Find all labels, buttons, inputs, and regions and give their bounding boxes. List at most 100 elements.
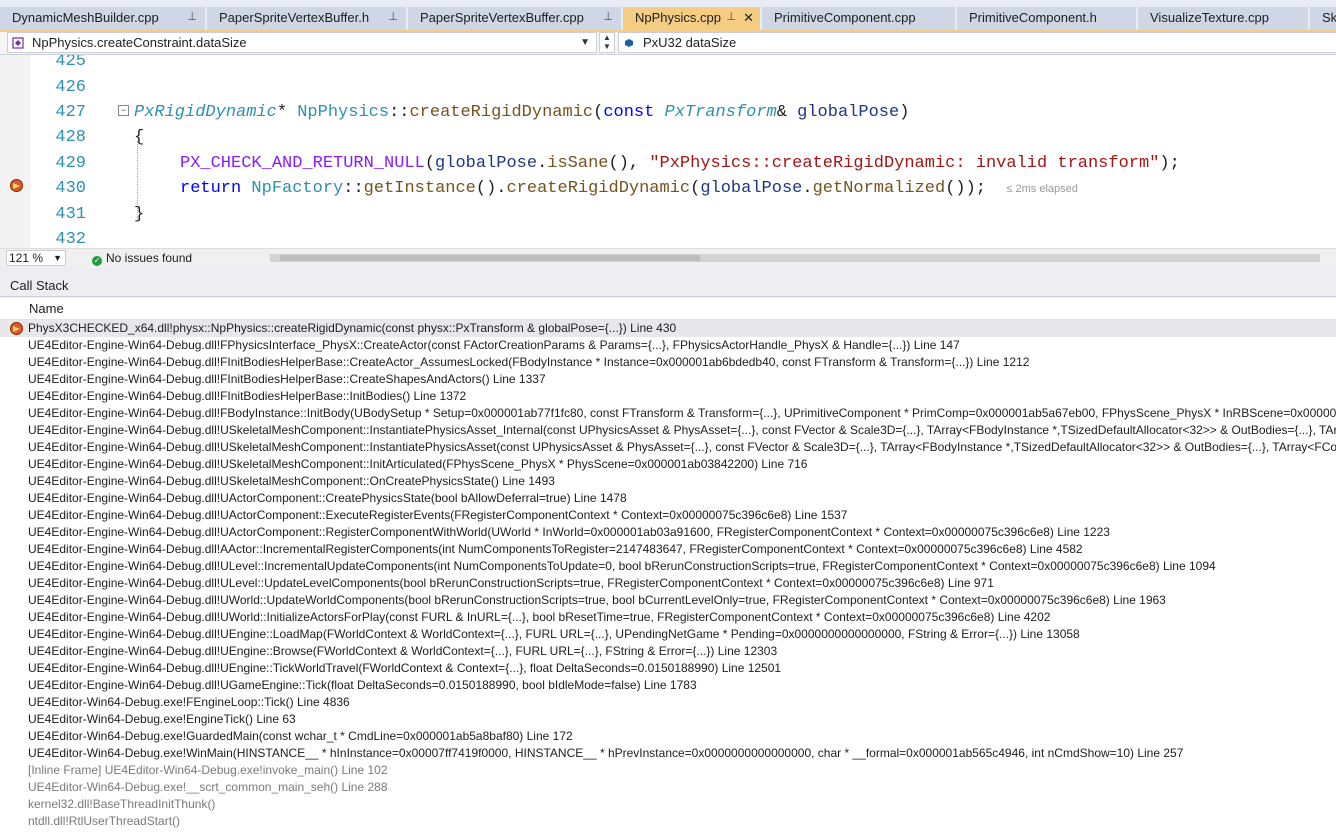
chevron-down-icon: ▼ xyxy=(53,253,62,263)
chevron-down-icon: ▼ xyxy=(580,37,590,48)
call-stack-frame[interactable]: UE4Editor-Engine-Win64-Debug.dll!USkelet… xyxy=(0,473,1336,490)
breakpoint-current-statement-icon[interactable] xyxy=(10,179,23,192)
frame-text: [Inline Frame] UE4Editor-Win64-Debug.exe… xyxy=(28,763,388,777)
frame-text: UE4Editor-Engine-Win64-Debug.dll!UActorC… xyxy=(28,508,848,522)
tab-label: NpPhysics.cpp xyxy=(635,10,721,25)
pane-splitter[interactable] xyxy=(0,268,1336,275)
tab-paperspritevertexbuffer-h[interactable]: PaperSpriteVertexBuffer.h ⊥ xyxy=(207,7,407,30)
code-line-429: PX_CHECK_AND_RETURN_NULL(globalPose.isSa… xyxy=(180,154,1180,173)
call-stack-frame[interactable]: UE4Editor-Engine-Win64-Debug.dll!AActor:… xyxy=(0,541,1336,558)
code-line-431: } xyxy=(134,205,145,224)
call-stack-title[interactable]: Call Stack xyxy=(0,275,1336,297)
line-number: 428 xyxy=(55,128,86,147)
tab-dynamicmeshbuilder-cpp[interactable]: DynamicMeshBuilder.cpp ⊥ xyxy=(0,7,206,30)
zoom-value: 121 % xyxy=(9,251,44,265)
tab-visualizetexture-cpp[interactable]: VisualizeTexture.cpp xyxy=(1138,7,1309,30)
pin-icon[interactable]: ⊥ xyxy=(388,7,398,28)
call-stack-frame[interactable]: UE4Editor-Engine-Win64-Debug.dll!UEngine… xyxy=(0,660,1336,677)
call-stack-frame-external[interactable]: [Inline Frame] UE4Editor-Win64-Debug.exe… xyxy=(0,762,1336,779)
tab-npphysics-cpp[interactable]: NpPhysics.cpp ⊥ ✕ xyxy=(623,7,761,30)
tab-label: DynamicMeshBuilder.cpp xyxy=(12,10,159,25)
frame-text: UE4Editor-Engine-Win64-Debug.dll!FInitBo… xyxy=(28,372,546,386)
line-number: 426 xyxy=(55,78,86,97)
frame-text: UE4Editor-Engine-Win64-Debug.dll!UEngine… xyxy=(28,661,782,675)
horizontal-scrollbar[interactable] xyxy=(270,254,1320,262)
call-stack-frame[interactable]: UE4Editor-Engine-Win64-Debug.dll!UEngine… xyxy=(0,643,1336,660)
call-stack-frame[interactable]: UE4Editor-Engine-Win64-Debug.dll!UWorld:… xyxy=(0,609,1336,626)
call-stack-frame[interactable]: UE4Editor-Engine-Win64-Debug.dll!UWorld:… xyxy=(0,592,1336,609)
tab-primitivecomponent-cpp[interactable]: PrimitiveComponent.cpp xyxy=(762,7,956,30)
call-stack-frame-external[interactable]: kernel32.dll!BaseThreadInitThunk() xyxy=(0,796,1336,813)
close-icon[interactable]: ✕ xyxy=(743,7,754,28)
call-stack-frame[interactable]: UE4Editor-Engine-Win64-Debug.dll!USkelet… xyxy=(0,439,1336,456)
scope-dropdown[interactable]: NpPhysics.createConstraint.dataSize ▼ xyxy=(7,32,597,53)
call-stack-frame[interactable]: UE4Editor-Engine-Win64-Debug.dll!UActorC… xyxy=(0,524,1336,541)
frame-text: UE4Editor-Engine-Win64-Debug.dll!FPhysic… xyxy=(28,338,960,352)
call-stack-frame-external[interactable]: UE4Editor-Win64-Debug.exe!__scrt_common_… xyxy=(0,779,1336,796)
frame-text: PhysX3CHECKED_x64.dll!physx::NpPhysics::… xyxy=(28,321,677,335)
tab-primitivecomponent-h[interactable]: PrimitiveComponent.h xyxy=(957,7,1137,30)
call-stack-frame[interactable]: UE4Editor-Engine-Win64-Debug.dll!ULevel:… xyxy=(0,575,1336,592)
code-line-430: return NpFactory::getInstance().createRi… xyxy=(180,179,1078,198)
frame-text: UE4Editor-Engine-Win64-Debug.dll!FInitBo… xyxy=(28,389,467,403)
call-stack-frame[interactable]: UE4Editor-Engine-Win64-Debug.dll!FInitBo… xyxy=(0,371,1336,388)
code-line-427: PxRigidDynamic* NpPhysics::createRigidDy… xyxy=(134,103,910,122)
member-dropdown-value: PxU32 dataSize xyxy=(643,35,737,50)
call-stack-frame[interactable]: UE4Editor-Win64-Debug.exe!EngineTick() L… xyxy=(0,711,1336,728)
frame-text: UE4Editor-Engine-Win64-Debug.dll!AActor:… xyxy=(28,542,1083,556)
call-stack-frame[interactable]: UE4Editor-Engine-Win64-Debug.dll!FInitBo… xyxy=(0,354,1336,371)
zoom-dropdown[interactable]: 121 % ▼ xyxy=(6,250,66,266)
frame-text: UE4Editor-Engine-Win64-Debug.dll!USkelet… xyxy=(28,457,808,471)
call-stack-frame[interactable]: UE4Editor-Engine-Win64-Debug.dll!UEngine… xyxy=(0,626,1336,643)
pin-icon[interactable]: ⊥ xyxy=(187,7,197,28)
frame-text: UE4Editor-Win64-Debug.exe!__scrt_common_… xyxy=(28,780,388,794)
call-stack-frame[interactable]: UE4Editor-Engine-Win64-Debug.dll!UGameEn… xyxy=(0,677,1336,694)
call-stack-list[interactable]: PhysX3CHECKED_x64.dll!physx::NpPhysics::… xyxy=(0,320,1336,833)
tab-ske[interactable]: Ske xyxy=(1310,7,1336,30)
check-circle-icon: ✓ xyxy=(92,256,102,266)
frame-text: UE4Editor-Engine-Win64-Debug.dll!USkelet… xyxy=(28,423,1336,437)
member-dropdown[interactable]: PxU32 dataSize xyxy=(618,32,1336,53)
frame-text: UE4Editor-Engine-Win64-Debug.dll!UEngine… xyxy=(28,644,778,658)
code-editor[interactable]: 425 426 427 428 429 430 431 432 − PxRigi… xyxy=(0,55,1336,248)
call-stack-frame[interactable]: UE4Editor-Engine-Win64-Debug.dll!ULevel:… xyxy=(0,558,1336,575)
glyph-margin[interactable] xyxy=(0,55,30,248)
call-stack-frame[interactable]: UE4Editor-Engine-Win64-Debug.dll!FInitBo… xyxy=(0,388,1336,405)
issues-indicator[interactable]: ✓ No issues found xyxy=(92,250,192,266)
call-stack-frame[interactable]: UE4Editor-Engine-Win64-Debug.dll!FPhysic… xyxy=(0,337,1336,354)
line-number: 427 xyxy=(55,103,86,122)
call-stack-frame[interactable]: UE4Editor-Win64-Debug.exe!WinMain(HINSTA… xyxy=(0,745,1336,762)
call-stack-frame-current[interactable]: PhysX3CHECKED_x64.dll!physx::NpPhysics::… xyxy=(0,320,1336,337)
frame-text: UE4Editor-Engine-Win64-Debug.dll!UEngine… xyxy=(28,627,1080,641)
scope-dropdown-value: NpPhysics.createConstraint.dataSize xyxy=(32,35,247,50)
frame-text: UE4Editor-Engine-Win64-Debug.dll!USkelet… xyxy=(28,440,1336,454)
issues-label: No issues found xyxy=(106,251,193,265)
perf-tip[interactable]: ≤ 2ms elapsed xyxy=(1006,183,1077,195)
frame-text: UE4Editor-Win64-Debug.exe!FEngineLoop::T… xyxy=(28,695,350,709)
frame-text: UE4Editor-Win64-Debug.exe!WinMain(HINSTA… xyxy=(28,746,1184,760)
call-stack-frame[interactable]: UE4Editor-Win64-Debug.exe!FEngineLoop::T… xyxy=(0,694,1336,711)
frame-text: UE4Editor-Win64-Debug.exe!GuardedMain(co… xyxy=(28,729,573,743)
frame-text: UE4Editor-Engine-Win64-Debug.dll!USkelet… xyxy=(28,474,555,488)
call-stack-frame[interactable]: UE4Editor-Engine-Win64-Debug.dll!UActorC… xyxy=(0,507,1336,524)
field-icon xyxy=(625,39,633,47)
tab-paperspritevertexbuffer-cpp[interactable]: PaperSpriteVertexBuffer.cpp ⊥ xyxy=(408,7,622,30)
call-stack-frame[interactable]: UE4Editor-Win64-Debug.exe!GuardedMain(co… xyxy=(0,728,1336,745)
pin-icon[interactable]: ⊥ xyxy=(726,7,736,28)
call-stack-frame-external[interactable]: ntdll.dll!RtlUserThreadStart() xyxy=(0,813,1336,830)
line-number: 430 xyxy=(55,179,86,198)
line-number: 431 xyxy=(55,205,86,224)
pin-icon[interactable]: ⊥ xyxy=(603,7,613,28)
frame-text: ntdll.dll!RtlUserThreadStart() xyxy=(28,814,181,828)
collapse-outline-toggle[interactable]: − xyxy=(118,105,129,116)
navigate-updown-button[interactable]: ▲ ▼ xyxy=(599,32,615,53)
call-stack-frame[interactable]: UE4Editor-Engine-Win64-Debug.dll!USkelet… xyxy=(0,422,1336,439)
document-tab-strip: DynamicMeshBuilder.cpp ⊥ PaperSpriteVert… xyxy=(0,0,1336,32)
call-stack-frame[interactable]: UE4Editor-Engine-Win64-Debug.dll!USkelet… xyxy=(0,456,1336,473)
tab-label: VisualizeTexture.cpp xyxy=(1150,10,1269,25)
scrollbar-thumb[interactable] xyxy=(280,255,700,261)
call-stack-frame[interactable]: UE4Editor-Engine-Win64-Debug.dll!UActorC… xyxy=(0,490,1336,507)
column-header-name[interactable]: Name xyxy=(0,298,1336,320)
call-stack-frame[interactable]: UE4Editor-Engine-Win64-Debug.dll!FBodyIn… xyxy=(0,405,1336,422)
frame-text: UE4Editor-Win64-Debug.exe!EngineTick() L… xyxy=(28,712,296,726)
